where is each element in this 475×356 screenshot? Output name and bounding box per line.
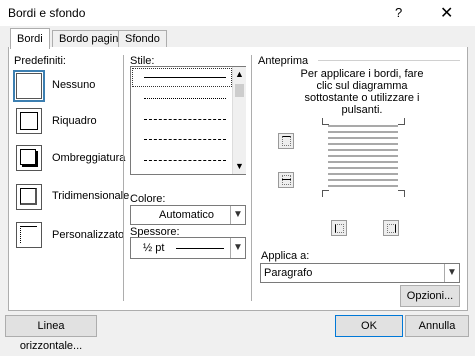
preset-riquadro-icon[interactable] bbox=[16, 108, 42, 134]
preset-ombreggiatura-icon[interactable] bbox=[16, 145, 42, 171]
applica-dropdown[interactable]: Paragrafo ▼ bbox=[260, 263, 460, 283]
colore-label: Colore: bbox=[130, 193, 166, 205]
stile-dash-dot-line[interactable] bbox=[144, 160, 226, 161]
stile-dashed-line[interactable] bbox=[144, 139, 226, 140]
preview-text-line[interactable] bbox=[328, 137, 398, 139]
separator-2 bbox=[251, 55, 252, 301]
annulla-button[interactable]: Annulla bbox=[405, 315, 469, 337]
predefiniti-label: Predefiniti: bbox=[14, 55, 66, 67]
colore-value: Automatico bbox=[159, 209, 215, 221]
corner-mark-tl bbox=[322, 118, 329, 125]
preview-text-line[interactable] bbox=[328, 131, 398, 133]
corner-mark-tr bbox=[398, 118, 405, 125]
preset-personalizzato-label[interactable]: Personalizzato bbox=[52, 229, 124, 241]
stile-fine-dashed-line[interactable] bbox=[144, 119, 226, 120]
tab-bordi[interactable]: Bordi bbox=[10, 28, 50, 49]
anteprima-rule bbox=[318, 60, 460, 61]
preview-text-line[interactable] bbox=[328, 173, 398, 175]
stile-dotted-line[interactable] bbox=[144, 98, 226, 99]
spessore-line-sample bbox=[176, 248, 224, 249]
dialog-title: Bordi e sfondo bbox=[8, 6, 86, 20]
stile-listbox[interactable]: ▲ ▼ bbox=[130, 66, 246, 175]
ok-button[interactable]: OK bbox=[335, 315, 403, 337]
corner-mark-bl bbox=[322, 190, 329, 197]
preset-personalizzato-icon[interactable] bbox=[16, 222, 42, 248]
linea-orizzontale-button[interactable]: Linea orizzontale... bbox=[5, 315, 97, 352]
border-right-button[interactable] bbox=[383, 220, 399, 236]
tab-sfondo[interactable]: Sfondo bbox=[118, 30, 167, 48]
preview-text-line[interactable] bbox=[328, 161, 398, 163]
preview-text-line[interactable] bbox=[328, 179, 398, 181]
preset-riquadro-label[interactable]: Riquadro bbox=[52, 115, 97, 127]
opzioni-button[interactable]: Opzioni... bbox=[400, 285, 460, 307]
colore-dropdown[interactable]: Automatico ▼ bbox=[130, 205, 246, 225]
corner-mark-br bbox=[398, 190, 405, 197]
scroll-up-icon[interactable]: ▲ bbox=[234, 69, 245, 79]
separator-1 bbox=[123, 55, 124, 301]
preset-tridimensionale-icon[interactable] bbox=[16, 184, 42, 210]
chevron-down-icon[interactable]: ▼ bbox=[230, 206, 245, 224]
anteprima-instructions: Per applicare i bordi, fare clic sul dia… bbox=[300, 68, 424, 116]
chevron-down-icon[interactable]: ▼ bbox=[230, 238, 245, 258]
chevron-down-icon[interactable]: ▼ bbox=[444, 264, 459, 282]
preview-text-line[interactable] bbox=[328, 149, 398, 151]
spessore-value: ½ pt bbox=[143, 242, 165, 254]
spessore-dropdown[interactable]: ½ pt ▼ bbox=[130, 237, 246, 259]
scroll-down-icon[interactable]: ▼ bbox=[234, 161, 245, 171]
stile-solid-line[interactable] bbox=[144, 77, 226, 78]
scroll-thumb[interactable] bbox=[235, 84, 244, 97]
applica-label: Applica a: bbox=[261, 250, 310, 262]
anteprima-label: Anteprima bbox=[258, 55, 309, 67]
close-button[interactable]: ✕ bbox=[440, 3, 453, 23]
border-top-button[interactable] bbox=[278, 133, 294, 149]
preview-text-line[interactable] bbox=[328, 143, 398, 145]
preview-text-line[interactable] bbox=[328, 167, 398, 169]
help-button[interactable]: ? bbox=[395, 5, 402, 20]
border-left-button[interactable] bbox=[331, 220, 347, 236]
preview-text-line[interactable] bbox=[328, 125, 398, 127]
preview-text-line[interactable] bbox=[328, 185, 398, 187]
applica-value: Paragrafo bbox=[264, 267, 313, 279]
preset-ombreggiatura-label[interactable]: Ombreggiatura bbox=[52, 152, 125, 164]
stile-scrollbar[interactable]: ▲ ▼ bbox=[232, 67, 246, 174]
preset-nessuno-label[interactable]: Nessuno bbox=[52, 79, 95, 91]
preview-text-line[interactable] bbox=[328, 155, 398, 157]
border-middle-button[interactable] bbox=[278, 172, 294, 188]
preset-nessuno-icon[interactable] bbox=[13, 70, 45, 102]
preset-tridimensionale-label[interactable]: Tridimensionale bbox=[52, 190, 129, 202]
